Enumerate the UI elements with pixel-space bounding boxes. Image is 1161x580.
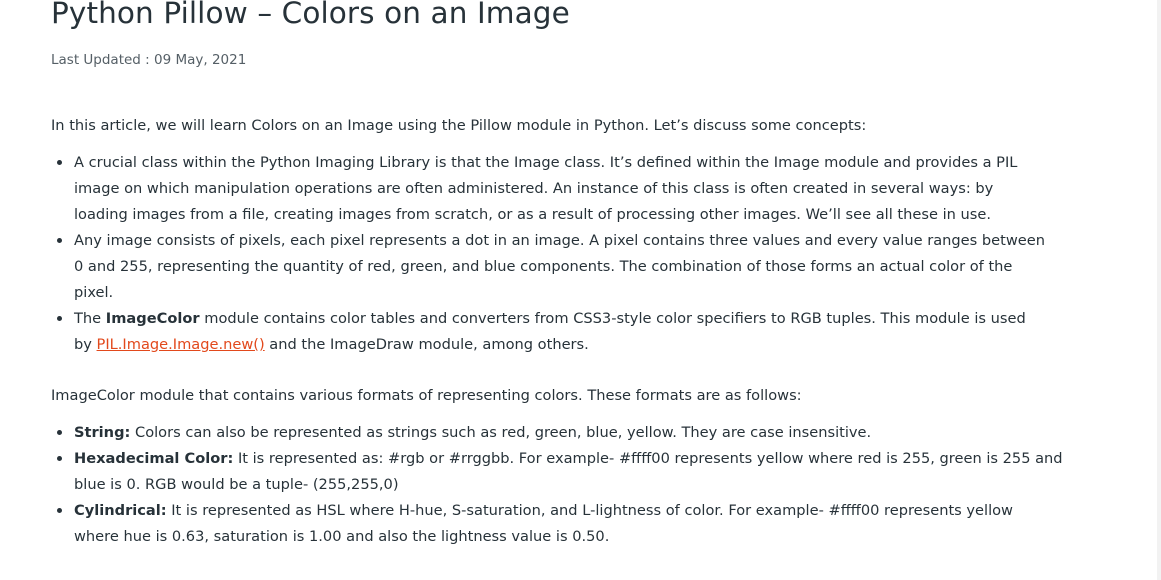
formats-list: String: Colors can also be represented a…: [51, 420, 1063, 550]
last-updated: Last Updated : 09 May, 2021: [51, 52, 247, 68]
format-term: Cylindrical:: [74, 502, 167, 519]
format-item-string: String: Colors can also be represented a…: [51, 420, 1063, 446]
concept-line: pixel.: [74, 284, 114, 301]
concept-line: Any image consists of pixels, each pixel…: [74, 232, 1045, 249]
imagecolor-term: ImageColor: [105, 310, 200, 327]
pil-image-new-link[interactable]: PIL.Image.Image.new(): [97, 336, 265, 353]
article-title: Python Pillow – Colors on an Image: [51, 0, 570, 30]
formats-intro-paragraph: ImageColor module that contains various …: [51, 387, 802, 404]
format-item-hexadecimal: Hexadecimal Color: It is represented as:…: [51, 446, 1063, 498]
format-line: where hue is 0.63, saturation is 1.00 an…: [74, 528, 610, 545]
page-right-border: [1157, 0, 1161, 580]
format-item-cylindrical: Cylindrical: It is represented as HSL wh…: [51, 498, 1063, 550]
concept-prefix: by: [74, 336, 97, 353]
concept-item-image-class: A crucial class within the Python Imagin…: [51, 150, 1045, 228]
concepts-list: A crucial class within the Python Imagin…: [51, 150, 1045, 358]
concept-item-imagecolor: The ImageColor module contains color tab…: [51, 306, 1045, 358]
format-line: Cylindrical: It is represented as HSL wh…: [74, 498, 1063, 524]
concept-prefix: The: [74, 310, 106, 327]
concept-line: image on which manipulation operations a…: [74, 180, 994, 197]
format-text: It is represented as HSL where H-hue, S-…: [166, 502, 1013, 519]
format-line: String: Colors can also be represented a…: [74, 420, 1063, 446]
concept-line: loading images from a file, creating ima…: [74, 206, 991, 223]
format-term: Hexadecimal Color:: [74, 450, 234, 467]
concept-line: by PIL.Image.Image.new() and the ImageDr…: [74, 332, 1045, 358]
concept-text: and the ImageDraw module, among others.: [264, 336, 589, 353]
format-line: Hexadecimal Color: It is represented as:…: [74, 446, 1063, 472]
format-text: It is represented as: #rgb or #rrggbb. F…: [233, 450, 1063, 467]
concept-line: 0 and 255, representing the quantity of …: [74, 258, 1013, 275]
concept-line: A crucial class within the Python Imagin…: [74, 154, 1018, 171]
concept-line: The ImageColor module contains color tab…: [74, 306, 1045, 332]
intro-paragraph: In this article, we will learn Colors on…: [51, 117, 867, 134]
format-term: String:: [74, 424, 131, 441]
format-text: Colors can also be represented as string…: [130, 424, 872, 441]
concept-text: module contains color tables and convert…: [199, 310, 1026, 327]
format-line: blue is 0. RGB would be a tuple- (255,25…: [74, 476, 399, 493]
concept-item-pixels: Any image consists of pixels, each pixel…: [51, 228, 1045, 306]
